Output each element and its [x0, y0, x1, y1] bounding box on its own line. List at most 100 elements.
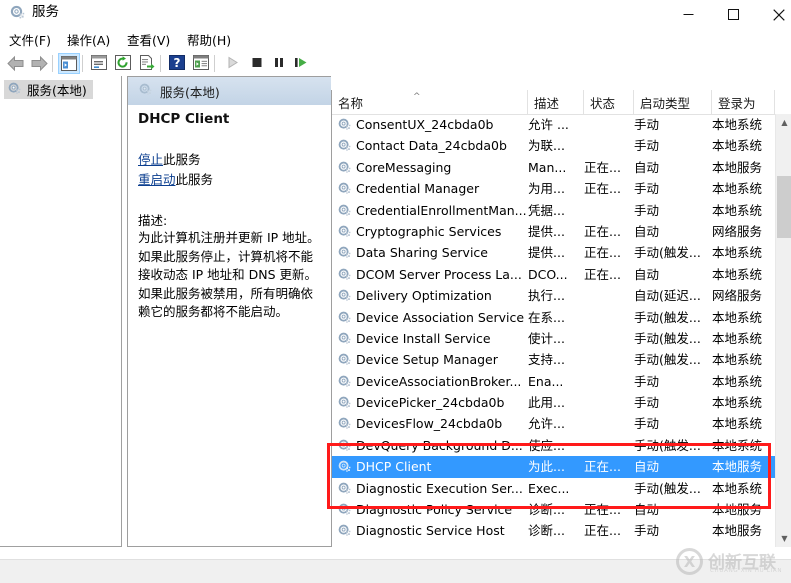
restart-service-link[interactable]: 重启动: [138, 172, 176, 187]
cell-startup-type: 手动: [634, 138, 660, 154]
menu-view[interactable]: 查看(V): [127, 32, 170, 50]
cell-log-on-as: 本地系统: [712, 245, 763, 261]
column-header-description[interactable]: 描述: [528, 90, 584, 114]
cell-log-on-as: 本地系统: [712, 309, 763, 325]
services-window: 服务 文件(F) 操作(A) 查看(V) 帮助(H) ? 服务(本地) 服务(本…: [0, 0, 791, 583]
cell-status: [584, 200, 632, 221]
watermark-logo-icon: X: [676, 548, 703, 575]
show-action-pane-icon[interactable]: [190, 53, 212, 74]
cell-service-name: Diagnostic Policy Service: [356, 502, 513, 518]
table-row[interactable]: DevicesFlow_24cbda0b 允许... 手动 本地系统: [332, 413, 775, 434]
services-gear-icon: [138, 82, 153, 100]
cell-status: 正在...: [584, 159, 621, 175]
cell-startup-type: 手动: [634, 117, 660, 132]
cell-service-name: Credential Manager: [356, 181, 480, 197]
cell-service-name: DevQuery Background D...: [356, 437, 523, 453]
table-row[interactable]: Device Setup Manager 支持... 手动(触发... 本地系统: [332, 349, 775, 370]
tree-item-services-local[interactable]: 服务(本地): [4, 80, 93, 99]
cell-service-name: Delivery Optimization: [356, 288, 492, 304]
restart-service-icon[interactable]: [290, 53, 312, 74]
minimize-button[interactable]: [666, 0, 711, 29]
restart-service-suffix: 此服务: [175, 172, 214, 187]
table-row[interactable]: Credential Manager 为用... 正在... 手动 本地系统: [332, 178, 775, 199]
services-gear-icon: [7, 81, 22, 99]
service-gear-icon: [337, 160, 352, 175]
refresh-icon[interactable]: [112, 53, 134, 74]
scroll-up-icon[interactable]: ▲: [776, 114, 791, 131]
cell-log-on-as: 本地服务: [712, 459, 763, 475]
scrollbar-thumb[interactable]: [777, 176, 791, 238]
table-row[interactable]: Cryptographic Services 提供... 正在... 自动 网络服务: [332, 221, 775, 242]
table-row[interactable]: DevQuery Background D... 使应... 手动(触发... 本地系…: [332, 435, 775, 456]
column-header-status[interactable]: 状态: [584, 90, 634, 114]
table-row[interactable]: Diagnostic Policy Service 诊断... 正在... 自动 本地服…: [332, 499, 775, 520]
list-column-headers: 名称 ^ 描述 状态 启动类型 登录为: [332, 90, 791, 115]
details-pane-header: 服务(本地): [128, 77, 331, 105]
table-row[interactable]: DeviceAssociationBroker... Ena... 手动 本地系统: [332, 371, 775, 392]
table-row[interactable]: DevicePicker_24cbda0b 此用... 手动 本地系统: [332, 392, 775, 413]
table-row[interactable]: Device Association Service 在系... 手动(触发... 本…: [332, 307, 775, 328]
cell-service-name: Diagnostic Execution Ser...: [356, 480, 523, 496]
close-button[interactable]: [756, 0, 791, 29]
service-gear-icon: [337, 395, 352, 410]
cell-service-name: DevicesFlow_24cbda0b: [356, 416, 503, 432]
cell-startup-type: 手动: [634, 395, 660, 411]
selected-service-name: DHCP Client: [138, 111, 230, 127]
stop-service-link[interactable]: 停止: [138, 152, 163, 167]
pause-service-icon[interactable]: [268, 53, 290, 74]
menu-action[interactable]: 操作(A): [67, 32, 110, 50]
start-service-icon[interactable]: [222, 53, 244, 74]
table-row[interactable]: DCOM Server Process La... DCO... 正在... 自动 本地…: [332, 264, 775, 285]
table-row[interactable]: DHCP Client 为此... 正在... 自动 本地服务: [332, 456, 775, 478]
table-row[interactable]: CredentialEnrollmentMan... 凭据... 手动 本地系统: [332, 200, 775, 221]
column-header-name-label: 名称: [338, 95, 364, 111]
service-gear-icon: [337, 331, 352, 346]
show-hide-console-tree-icon[interactable]: [58, 53, 80, 74]
cell-status: [584, 114, 632, 135]
cell-description: 提供...: [528, 245, 565, 261]
menu-help[interactable]: 帮助(H): [187, 32, 231, 50]
service-details-pane: 服务(本地) DHCP Client 停止此服务 重启动此服务 描述: 为此计算…: [127, 76, 331, 547]
maximize-button[interactable]: [711, 0, 756, 29]
cell-startup-type: 手动: [634, 373, 660, 389]
column-header-log-on-as[interactable]: 登录为: [712, 90, 775, 114]
cell-service-name: Contact Data_24cbda0b: [356, 138, 507, 154]
watermark-text-pinyin: CHUANG XIN HU LIAN: [710, 568, 783, 574]
cell-service-name: Cryptographic Services: [356, 223, 502, 239]
service-gear-icon: [337, 181, 352, 196]
toolbar: ?: [0, 51, 791, 77]
cell-service-name: DevicePicker_24cbda0b: [356, 395, 505, 411]
table-row[interactable]: ConsentUX_24cbda0b 允许 ... 手动 本地系统: [332, 114, 775, 135]
cell-service-name: DHCP Client: [356, 459, 432, 475]
table-row[interactable]: CoreMessaging Man... 正在... 自动 本地服务: [332, 157, 775, 178]
table-row[interactable]: Data Sharing Service 提供... 正在... 手动(触发... 本地…: [332, 242, 775, 263]
help-icon[interactable]: ?: [166, 53, 188, 74]
cell-log-on-as: 本地服务: [712, 159, 763, 175]
table-row[interactable]: Diagnostic Service Host 诊断... 正在... 手动 本地服务: [332, 520, 775, 541]
scroll-down-icon[interactable]: ▼: [776, 530, 791, 547]
back-icon[interactable]: [4, 53, 26, 74]
services-list-pane: 名称 ^ 描述 状态 启动类型 登录为 ConsentUX_24cbda0b 允许…: [331, 90, 791, 547]
table-row[interactable]: Contact Data_24cbda0b 为联... 手动 本地系统: [332, 135, 775, 156]
menu-file[interactable]: 文件(F): [9, 32, 51, 50]
cell-log-on-as: 本地系统: [712, 266, 763, 282]
title-bar: 服务: [0, 0, 791, 30]
cell-startup-type: 手动(触发...: [634, 245, 701, 261]
cell-startup-type: 自动(延迟...: [634, 288, 701, 304]
cell-service-name: CredentialEnrollmentMan...: [356, 202, 526, 218]
forward-icon[interactable]: [28, 53, 50, 74]
cell-description: 诊断...: [528, 502, 565, 518]
table-row[interactable]: Diagnostic Execution Ser... Exec... 手动(触发.…: [332, 478, 775, 499]
list-vertical-scrollbar[interactable]: ▲ ▼: [775, 114, 791, 547]
cell-log-on-as: 本地系统: [712, 480, 763, 496]
services-row-list[interactable]: ConsentUX_24cbda0b 允许 ... 手动 本地系统 Contact Da…: [332, 114, 775, 547]
cell-status: [584, 392, 632, 413]
table-row[interactable]: Device Install Service 使计... 手动(触发... 本地系统: [332, 328, 775, 349]
stop-service-icon[interactable]: [246, 53, 268, 74]
cell-service-name: Device Association Service: [356, 309, 525, 325]
export-list-icon[interactable]: [136, 53, 158, 74]
column-header-name[interactable]: 名称 ^: [332, 90, 528, 114]
column-header-startup-type[interactable]: 启动类型: [634, 90, 712, 114]
table-row[interactable]: Delivery Optimization 执行... 自动(延迟... 网络服务: [332, 285, 775, 306]
properties-icon[interactable]: [88, 53, 110, 74]
